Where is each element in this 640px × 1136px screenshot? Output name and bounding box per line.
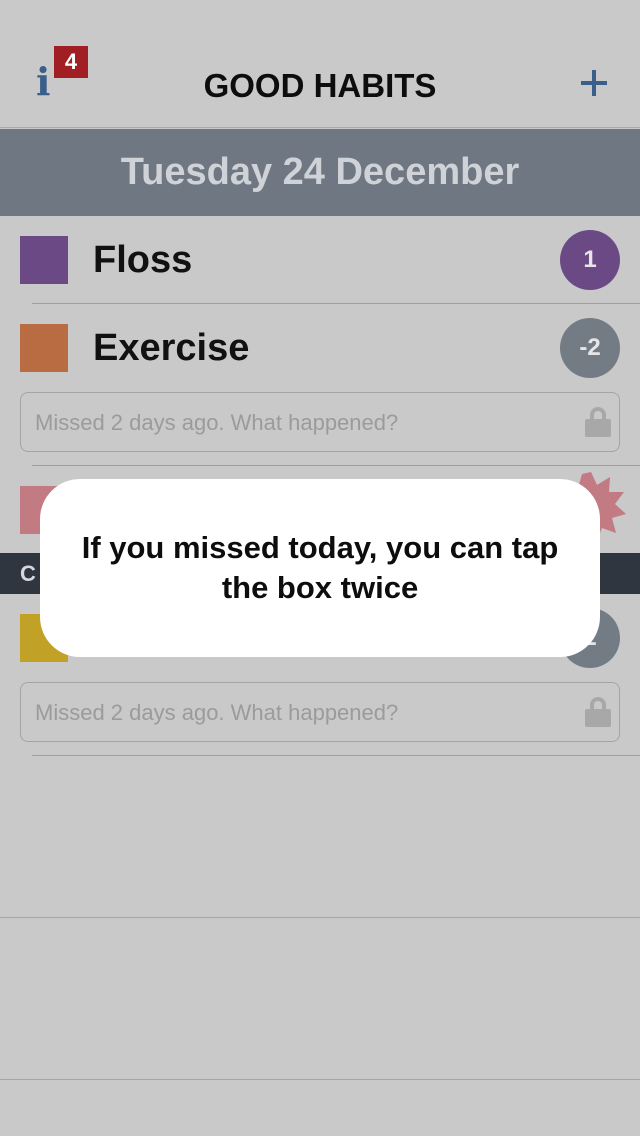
habit-checkbox[interactable] (20, 324, 68, 372)
row-divider (32, 465, 640, 466)
section-divider (0, 917, 640, 918)
habit-name: Floss (93, 239, 193, 281)
tip-popup[interactable]: If you missed today, you can tap the box… (40, 479, 600, 657)
habit-name: Exercise (93, 327, 250, 369)
missed-note-input[interactable]: Missed 2 days ago. What happened? (20, 682, 620, 742)
habit-checkbox[interactable] (20, 236, 68, 284)
streak-badge: -2 (560, 318, 620, 378)
row-divider (32, 755, 640, 756)
section-divider (0, 1079, 640, 1080)
streak-badge: 1 (560, 230, 620, 290)
nav-bar: i GOOD HABITS (0, 0, 640, 128)
habit-row-exercise[interactable]: Exercise -2 (0, 304, 640, 392)
missed-note-input[interactable]: Missed 2 days ago. What happened? (20, 392, 620, 452)
lock-icon (585, 697, 611, 727)
page-title: GOOD HABITS (203, 67, 437, 104)
date-header: Tuesday 24 December (0, 129, 640, 216)
tip-message: If you missed today, you can tap the box… (81, 530, 559, 605)
notification-badge: 4 (54, 46, 88, 78)
lock-icon (585, 407, 611, 437)
note-placeholder: Missed 2 days ago. What happened? (35, 410, 399, 435)
habit-row-floss[interactable]: Floss 1 (0, 216, 640, 304)
add-habit-button[interactable] (572, 62, 616, 106)
note-placeholder: Missed 2 days ago. What happened? (35, 700, 399, 725)
